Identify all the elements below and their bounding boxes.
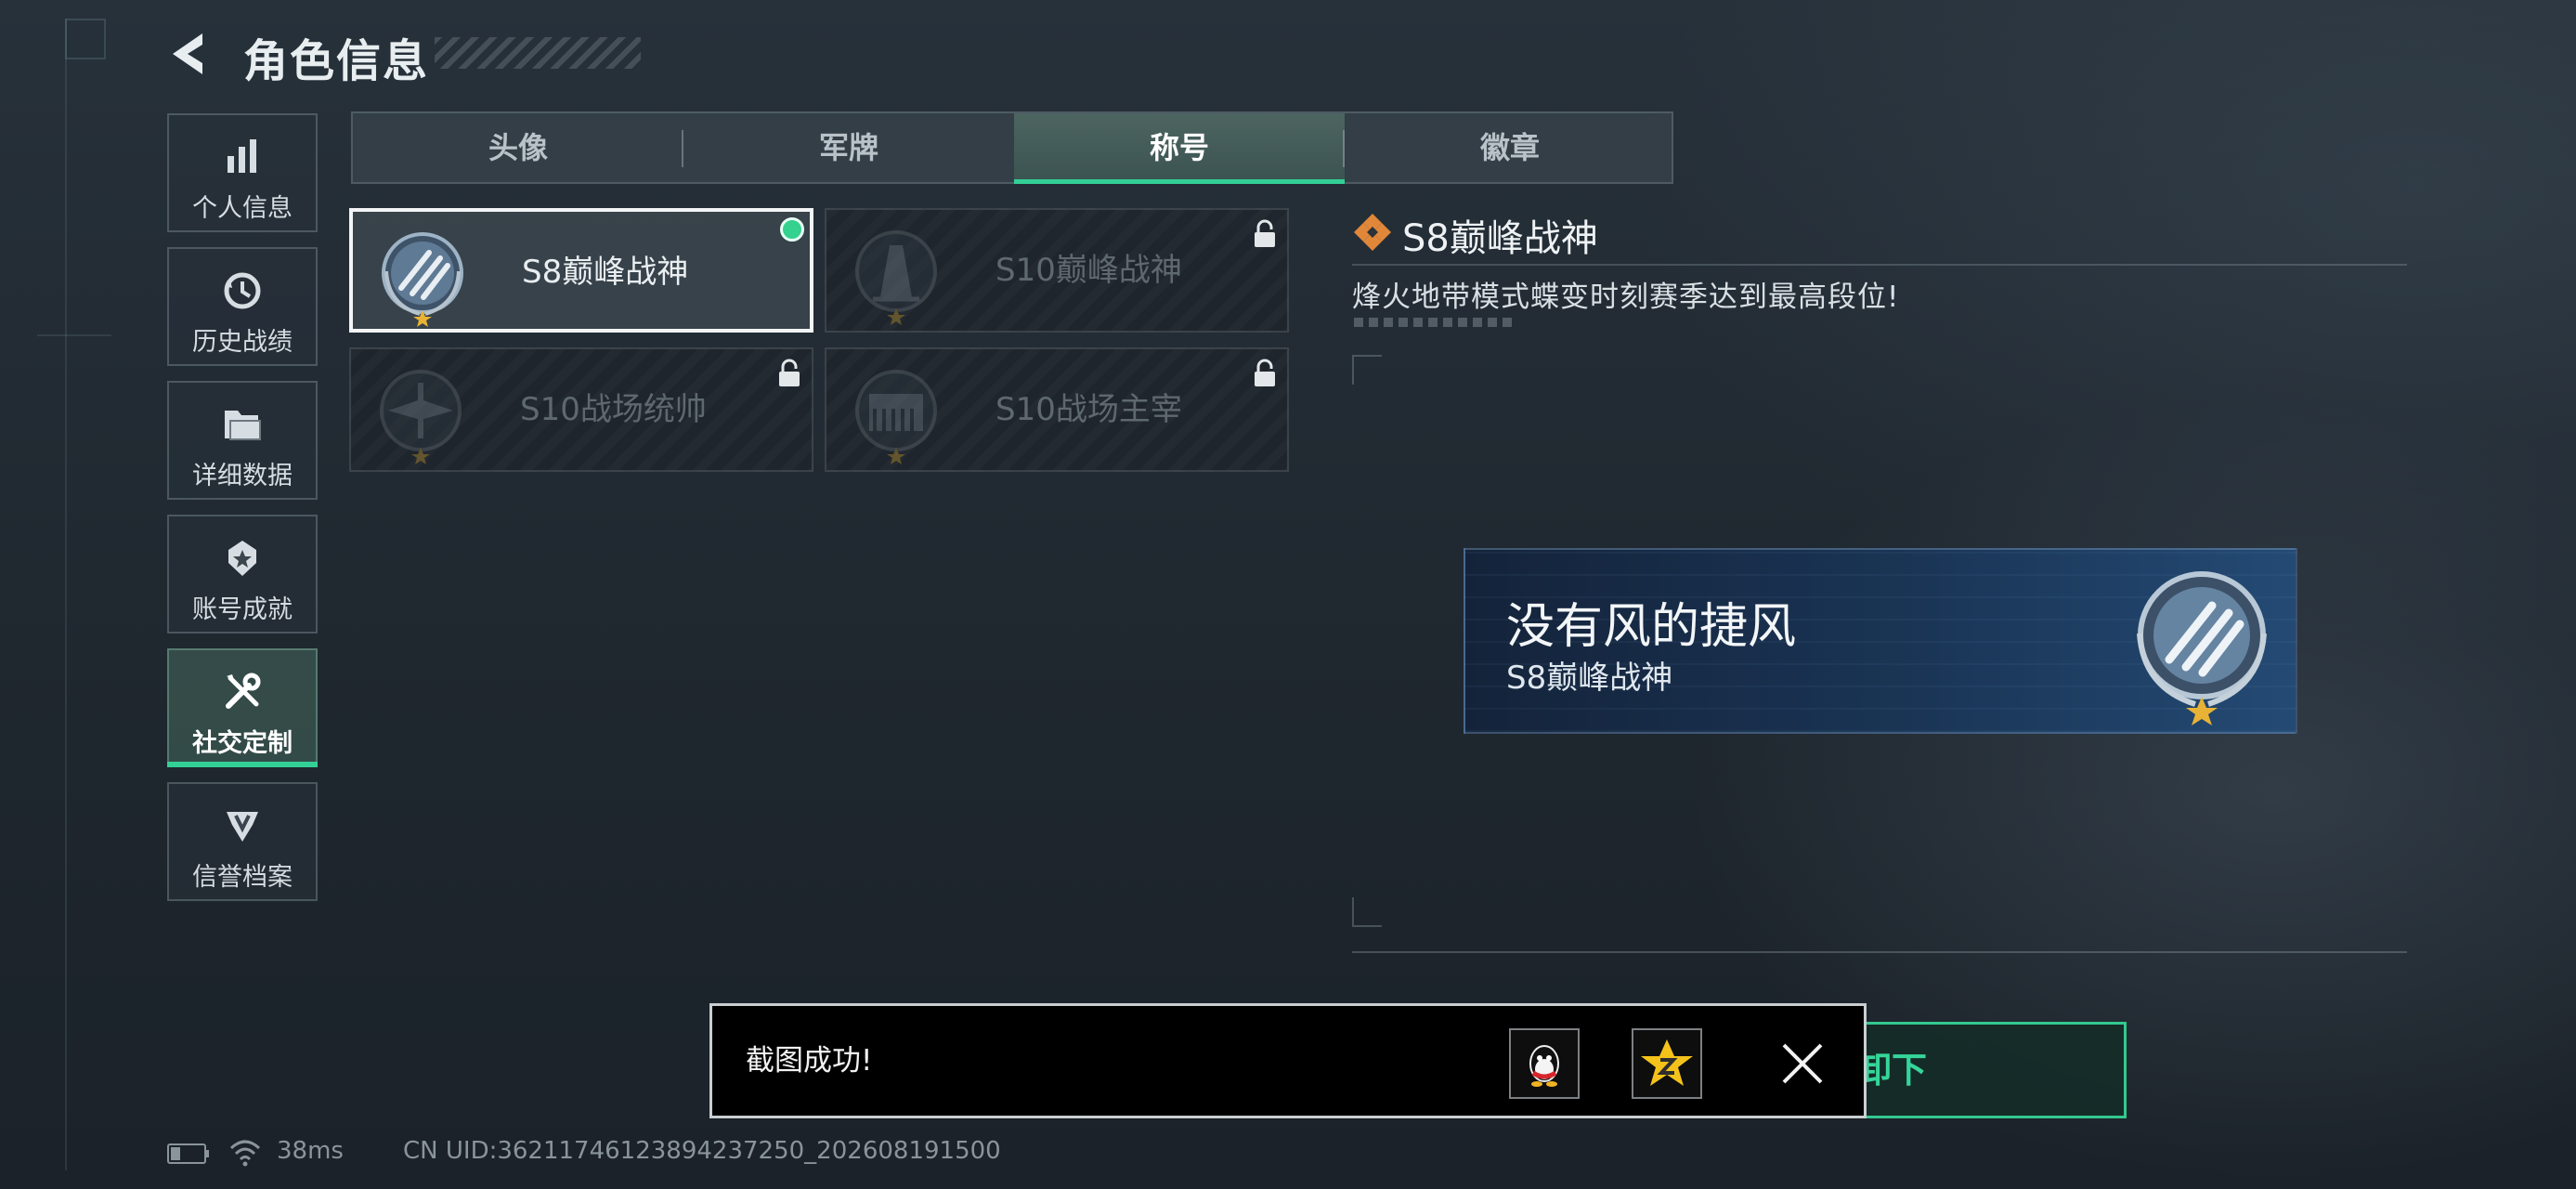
screenshot-toast: 截图成功! <box>709 1003 1867 1118</box>
colosseum-emblem-icon <box>855 370 937 464</box>
equipped-indicator <box>780 217 804 242</box>
frame-corner <box>1352 355 1382 385</box>
tab-avatar[interactable]: 头像 <box>353 113 683 182</box>
title-preview-banner: 没有风的捷风 S8巅峰战神 <box>1464 548 2297 734</box>
detail-description: 烽火地带模式蝶变时刻赛季达到最高段位! <box>1352 281 1900 314</box>
sidebar-item-label: 详细数据 <box>192 462 293 490</box>
sidebar-item-detailed-data[interactable]: 详细数据 <box>167 381 318 500</box>
title-card-name: S10战场统帅 <box>520 391 707 428</box>
diamond-title-icon <box>1354 214 1391 251</box>
folder-icon <box>169 403 316 448</box>
bar-chart-icon <box>169 136 316 180</box>
sidebar-item-label: 社交定制 <box>192 729 293 758</box>
toast-message: 截图成功! <box>746 1044 873 1078</box>
frame-corner <box>1352 897 1382 927</box>
laurel-emblem-icon <box>2137 571 2267 725</box>
sidebar-item-label: 历史战绩 <box>192 328 293 357</box>
sidebar-item-personal-info[interactable]: 个人信息 <box>167 113 318 232</box>
tab-badge[interactable]: 徽章 <box>1345 113 1675 182</box>
achievement-badge-icon <box>169 537 316 581</box>
network-latency: 38ms <box>277 1137 344 1165</box>
title-card-s8-peak-god[interactable]: S8巅峰战神 <box>349 208 813 333</box>
title-card-s10-commander[interactable]: S10战场统帅 <box>349 347 813 472</box>
sidebar-item-label: 信誉档案 <box>192 863 293 892</box>
detail-divider <box>1352 264 2407 266</box>
sidebar-item-achievements[interactable]: 账号成就 <box>167 515 318 634</box>
qzone-share-button[interactable] <box>1632 1028 1702 1099</box>
title-card-s10-peak-god[interactable]: S10巅峰战神 <box>825 208 1289 333</box>
qzone-share-icon <box>1641 1039 1693 1086</box>
unequip-button-label: 卸下 <box>1855 1050 1927 1091</box>
category-tabs: 头像 军牌 称号 徽章 <box>351 111 1673 184</box>
title-decoration <box>435 37 641 69</box>
title-card-s10-dominator[interactable]: S10战场主宰 <box>825 347 1289 472</box>
tower-emblem-icon <box>855 230 937 325</box>
preview-title: S8巅峰战神 <box>1506 660 1673 697</box>
title-card-name: S10巅峰战神 <box>995 252 1182 289</box>
close-icon[interactable] <box>1778 1039 1827 1088</box>
lock-icon <box>1255 359 1275 386</box>
battery-icon <box>167 1143 209 1164</box>
wrench-screwdriver-icon <box>169 671 316 715</box>
user-uid: CN UID:36211746123894237250_202608191500 <box>403 1137 1001 1165</box>
detail-title: S8巅峰战神 <box>1402 217 1598 260</box>
wifi-icon <box>229 1140 261 1167</box>
title-card-name: S8巅峰战神 <box>522 254 689 291</box>
page-title: 角色信息 <box>243 35 430 87</box>
preview-player-name: 没有风的捷风 <box>1506 599 1797 655</box>
qq-share-icon <box>1529 1045 1559 1087</box>
lock-icon <box>1255 219 1275 247</box>
aircraft-emblem-icon <box>380 370 462 464</box>
detail-subtext-blurred <box>1354 318 1517 327</box>
tab-dog-tag[interactable]: 军牌 <box>683 113 1014 182</box>
lock-icon <box>779 359 800 386</box>
sidebar-item-label: 账号成就 <box>192 595 293 624</box>
qq-share-button[interactable] <box>1509 1028 1580 1099</box>
laurel-emblem-icon <box>382 232 463 327</box>
sidebar-item-label: 个人信息 <box>192 194 293 223</box>
title-card-name: S10战场主宰 <box>995 391 1182 428</box>
back-arrow-icon <box>173 33 202 74</box>
back-button[interactable] <box>165 28 217 80</box>
sidebar-item-social-custom[interactable]: 社交定制 <box>167 648 318 767</box>
detail-bottom-divider <box>1352 951 2407 953</box>
tab-title[interactable]: 称号 <box>1014 113 1345 184</box>
sidebar-item-credit[interactable]: 信誉档案 <box>167 782 318 901</box>
clock-history-icon <box>169 269 316 314</box>
shield-wing-icon <box>169 804 316 849</box>
sidebar-item-history[interactable]: 历史战绩 <box>167 247 318 366</box>
